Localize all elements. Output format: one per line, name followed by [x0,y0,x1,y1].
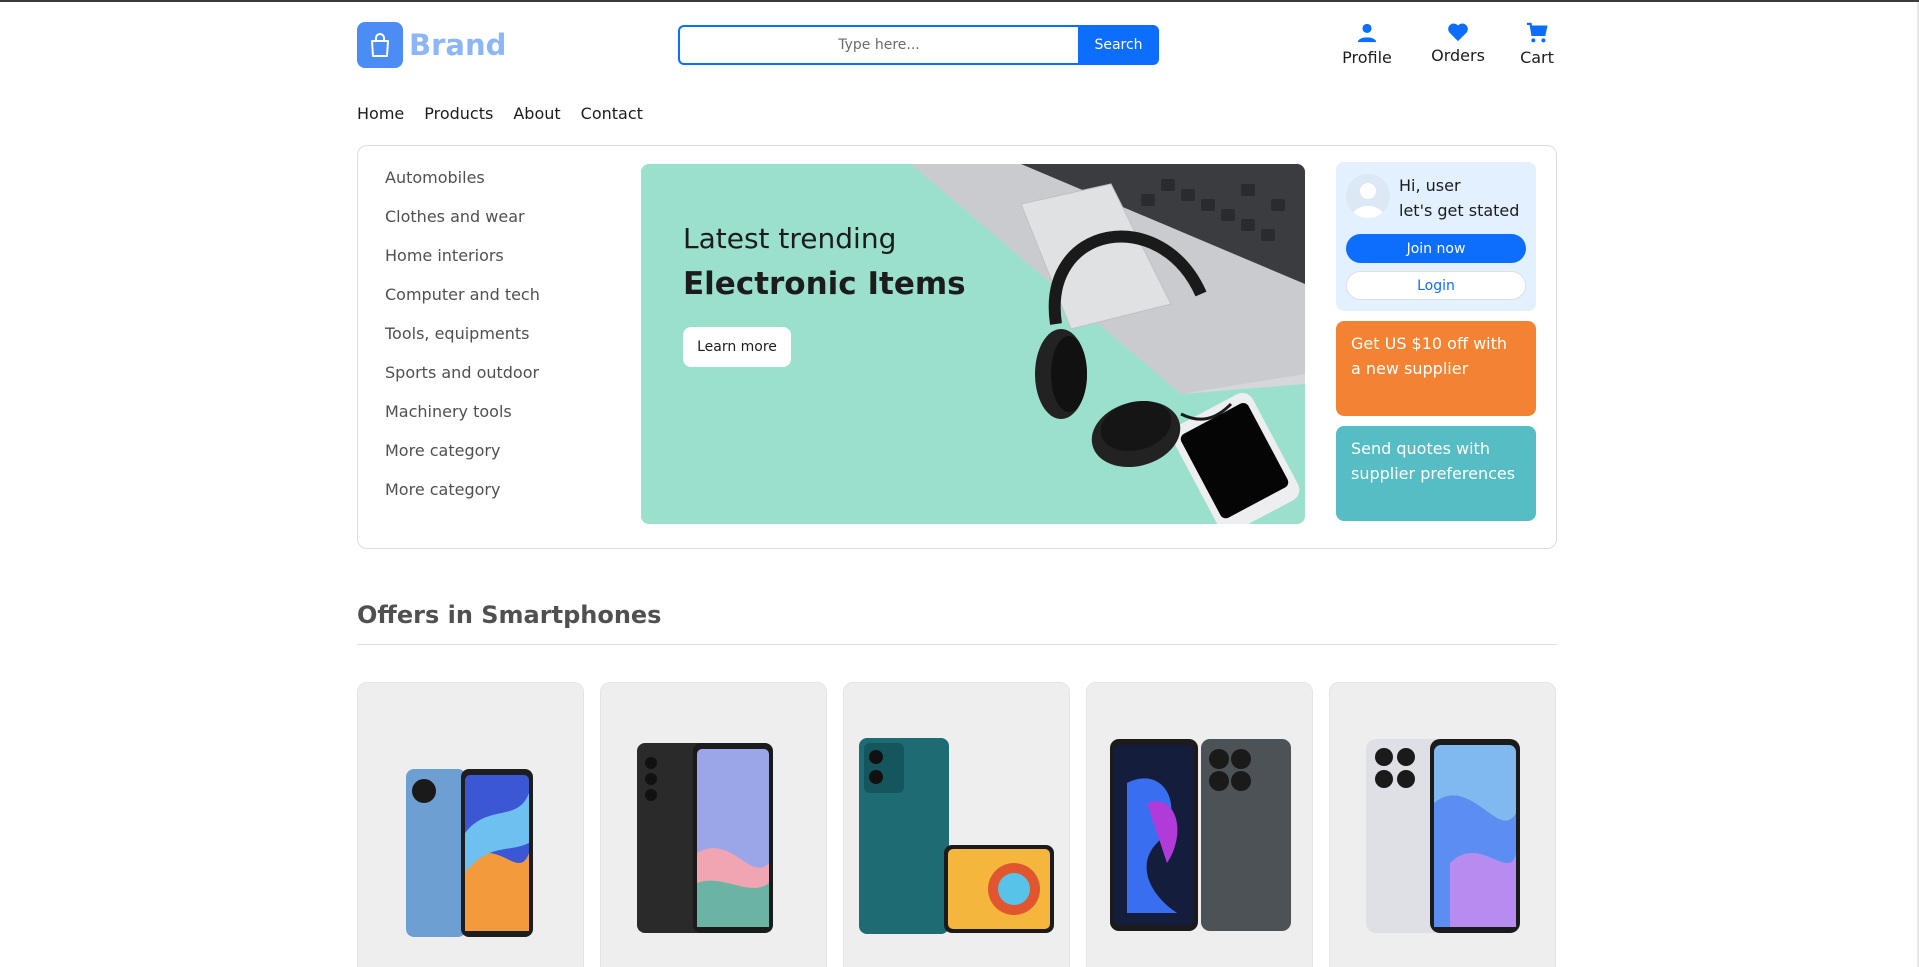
category-item[interactable]: Tools, equipments [385,322,540,361]
hero-section: Automobiles Clothes and wear Home interi… [357,145,1557,549]
smartphone-image [1366,739,1520,933]
category-item[interactable]: More category [385,478,540,517]
search-bar: Search [678,25,1159,65]
login-button[interactable]: Login [1346,271,1526,300]
category-item[interactable]: Automobiles [385,166,540,205]
cart-label: Cart [1520,48,1554,67]
user-greeting: Hi, user [1399,176,1461,195]
user-greeting-block: Hi, user let's get stated [1399,173,1519,223]
nav-products[interactable]: Products [424,104,493,123]
main-nav: Home Products About Contact [357,104,643,123]
nav-contact[interactable]: Contact [581,104,643,123]
category-item[interactable]: Clothes and wear [385,205,540,244]
profile-link[interactable]: Profile [1337,22,1397,67]
banner-title-line1: Latest trending [683,222,897,255]
cart-link[interactable]: Cart [1515,22,1559,67]
product-card[interactable] [1329,682,1556,967]
profile-label: Profile [1342,48,1392,67]
user-subtitle: let's get stated [1399,201,1520,220]
orders-label: Orders [1431,46,1485,65]
join-now-button[interactable]: Join now [1346,234,1526,263]
smartphone-image [859,738,1054,934]
banner-title-line2: Electronic Items [683,266,966,302]
cart-icon [1526,22,1548,43]
smartphone-image [1110,739,1291,931]
header-actions: Profile Orders Cart [1337,22,1557,72]
category-item[interactable]: Computer and tech [385,283,540,322]
smartphone-image [406,769,533,937]
product-card[interactable] [600,682,827,967]
avatar-icon [1346,174,1390,218]
product-card[interactable] [1086,682,1313,967]
category-item[interactable]: More category [385,439,540,478]
brand-logo[interactable]: Brand [357,22,506,68]
search-input[interactable] [678,25,1078,65]
section-title: Offers in Smartphones [357,601,662,629]
person-icon [1357,23,1377,43]
category-item[interactable]: Sports and outdoor [385,361,540,400]
user-card: Hi, user let's get stated Join now Login [1336,162,1536,311]
nav-about[interactable]: About [513,104,560,123]
category-item[interactable]: Home interiors [385,244,540,283]
section-divider [357,644,1557,645]
heart-icon [1448,23,1468,42]
nav-home[interactable]: Home [357,104,404,123]
brand-name: Brand [409,28,507,62]
smartphone-image [637,743,773,933]
category-list: Automobiles Clothes and wear Home interi… [385,166,540,517]
supplier-discount-promo[interactable]: Get US $10 off with a new supplier [1336,321,1536,416]
product-grid [357,682,1557,967]
promo-banner: Latest trending Electronic Items Learn m… [641,164,1305,524]
site-header: Brand Search Profile Orders C [357,22,1557,72]
category-item[interactable]: Machinery tools [385,400,540,439]
search-button[interactable]: Search [1078,25,1159,65]
shopping-bag-icon [357,22,403,68]
product-card[interactable] [843,682,1070,967]
send-quotes-promo[interactable]: Send quotes with supplier preferences [1336,426,1536,521]
product-card[interactable] [357,682,584,967]
window-top-border [0,0,1919,2]
orders-link[interactable]: Orders [1425,22,1491,65]
learn-more-button[interactable]: Learn more [683,327,791,367]
side-panel: Hi, user let's get stated Join now Login… [1336,162,1536,521]
